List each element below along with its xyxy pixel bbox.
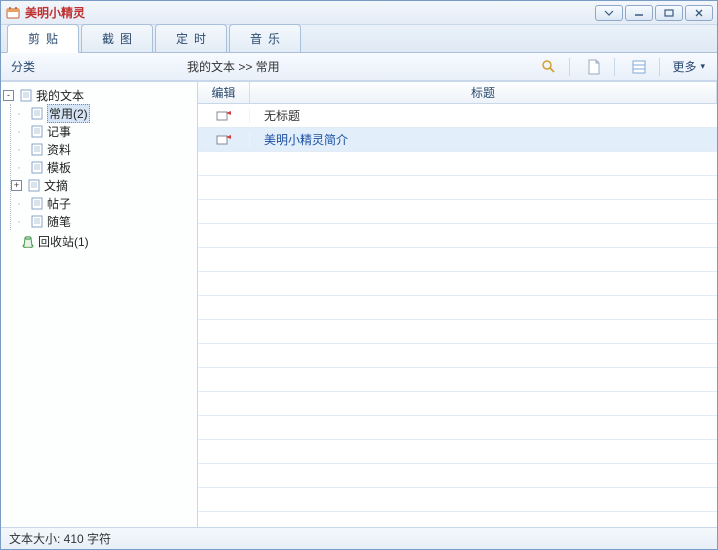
tree-node-label: 随笔	[47, 213, 71, 230]
tabstrip: 剪贴截图定时音乐	[1, 25, 717, 53]
document-icon	[29, 213, 45, 229]
tree-node[interactable]: · 随笔	[11, 212, 195, 230]
toolbar-separator	[659, 58, 660, 76]
tree-node[interactable]: · 资料	[11, 140, 195, 158]
list-row-empty	[198, 320, 717, 344]
edit-icon	[216, 109, 232, 123]
tree-node[interactable]: · 记事	[11, 122, 195, 140]
list-row-empty	[198, 368, 717, 392]
close-button[interactable]	[685, 5, 713, 21]
tree-node-label: 我的文本	[36, 87, 84, 104]
list-row-empty	[198, 152, 717, 176]
list-body: 无标题美明小精灵简介	[198, 104, 717, 527]
maximize-button[interactable]	[655, 5, 683, 21]
edit-cell[interactable]	[198, 109, 250, 123]
column-header-title[interactable]: 标题	[250, 82, 717, 103]
list-pane: 编辑 标题 无标题美明小精灵简介	[198, 82, 717, 527]
app-window: 美明小精灵 剪贴截图定时音乐 分类 我的文本 >> 常用 更多 ▾	[0, 0, 718, 550]
tree-node-label: 模板	[47, 159, 71, 176]
more-button[interactable]: 更多 ▾	[666, 58, 711, 75]
more-label: 更多	[672, 58, 696, 75]
toolbar-separator	[614, 58, 615, 76]
tree-node[interactable]: · 帖子	[11, 194, 195, 212]
document-icon	[29, 141, 45, 157]
search-icon	[541, 59, 557, 75]
list-row-empty	[198, 224, 717, 248]
tab-1[interactable]: 截图	[81, 24, 153, 52]
tree-line: ·	[11, 196, 27, 210]
list-row-empty	[198, 296, 717, 320]
tree-line: ·	[11, 124, 27, 138]
toolbar: 分类 我的文本 >> 常用 更多 ▾	[1, 53, 717, 81]
tree-node-label: 帖子	[47, 195, 71, 212]
document-icon	[29, 195, 45, 211]
document-icon	[29, 123, 45, 139]
list-row-empty	[198, 392, 717, 416]
list-icon	[632, 60, 646, 74]
tree-pane: - 我的文本 · 常用(2) · 记事 · 资料 · 模板 + 文摘 · 帖子 · 随笔	[1, 82, 198, 527]
tree-node-label: 回收站(1)	[38, 233, 89, 250]
tree-line: ·	[11, 160, 27, 174]
search-button[interactable]	[535, 56, 563, 78]
tree-node-root[interactable]: - 我的文本	[3, 86, 195, 104]
tree-line: ·	[11, 142, 27, 156]
dropdown-button[interactable]	[595, 5, 623, 21]
expand-icon[interactable]: +	[11, 180, 22, 191]
list-view-button[interactable]	[625, 56, 653, 78]
titlebar: 美明小精灵	[1, 1, 717, 25]
tab-2[interactable]: 定时	[155, 24, 227, 52]
new-doc-button[interactable]	[580, 56, 608, 78]
list-row-empty	[198, 200, 717, 224]
tree-node-label: 文摘	[44, 177, 68, 194]
list-row-empty	[198, 344, 717, 368]
tree-node[interactable]: · 常用(2)	[11, 104, 195, 122]
tree-node[interactable]: + 文摘	[11, 176, 195, 194]
statusbar: 文本大小: 410 字符	[1, 527, 717, 549]
tree-node-label: 记事	[47, 123, 71, 140]
document-icon	[29, 159, 45, 175]
content-area: - 我的文本 · 常用(2) · 记事 · 资料 · 模板 + 文摘 · 帖子 · 随笔	[1, 81, 717, 527]
toolbar-separator	[569, 58, 570, 76]
tree-line: ·	[11, 214, 27, 228]
app-icon	[5, 5, 21, 21]
list-row-empty	[198, 512, 717, 527]
breadcrumb: 我的文本 >> 常用	[187, 58, 531, 75]
document-icon	[587, 59, 601, 75]
list-row[interactable]: 美明小精灵简介	[198, 128, 717, 152]
folder-doc-icon	[18, 87, 34, 103]
list-row-empty	[198, 488, 717, 512]
tree-node-recycle[interactable]: 回收站(1)	[3, 232, 195, 250]
document-icon	[26, 177, 42, 193]
list-row-empty	[198, 248, 717, 272]
title-cell: 美明小精灵简介	[250, 131, 717, 148]
edit-icon	[216, 133, 232, 147]
list-row-empty	[198, 464, 717, 488]
category-label: 分类	[7, 58, 187, 75]
recycle-bin-icon	[20, 233, 36, 249]
tab-0[interactable]: 剪贴	[7, 24, 79, 53]
list-row-empty	[198, 416, 717, 440]
title-cell: 无标题	[250, 107, 717, 124]
tree-line: ·	[11, 106, 27, 120]
category-tree: - 我的文本 · 常用(2) · 记事 · 资料 · 模板 + 文摘 · 帖子 · 随笔	[3, 86, 195, 250]
tab-3[interactable]: 音乐	[229, 24, 301, 52]
window-controls	[595, 5, 713, 21]
tree-node-label: 资料	[47, 141, 71, 158]
minimize-button[interactable]	[625, 5, 653, 21]
list-row[interactable]: 无标题	[198, 104, 717, 128]
column-header-edit[interactable]: 编辑	[198, 82, 250, 103]
tree-node[interactable]: · 模板	[11, 158, 195, 176]
document-icon	[29, 105, 45, 121]
list-header: 编辑 标题	[198, 82, 717, 104]
tree-node-label: 常用(2)	[47, 104, 90, 123]
list-row-empty	[198, 440, 717, 464]
status-text: 文本大小: 410 字符	[9, 530, 111, 547]
app-title: 美明小精灵	[25, 4, 595, 21]
collapse-icon[interactable]: -	[3, 90, 14, 101]
chevron-down-icon: ▾	[700, 61, 705, 72]
list-row-empty	[198, 176, 717, 200]
edit-cell[interactable]	[198, 133, 250, 147]
list-row-empty	[198, 272, 717, 296]
